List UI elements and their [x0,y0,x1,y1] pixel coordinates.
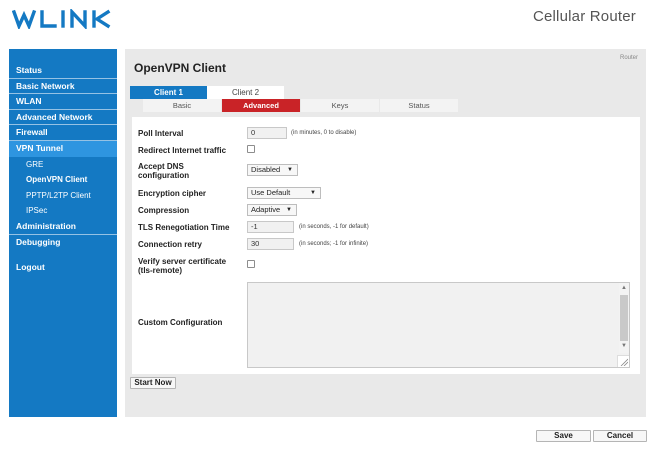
content-area: Router OpenVPN Client Client 1 Client 2 … [125,49,646,417]
resize-handle[interactable] [617,355,629,367]
sidebar-item-firewall[interactable]: Firewall [9,125,117,141]
cancel-button[interactable]: Cancel [593,430,647,442]
scrollbar[interactable]: ▲ ▼ [619,283,629,353]
encryption-cipher-label: Encryption cipher [138,189,207,198]
compression-value: Adaptive [251,205,281,214]
wlink-logo [11,7,111,31]
wlink-logo-mark [11,7,111,31]
compression-select[interactable]: Adaptive ▼ [247,204,297,216]
tab-client-2[interactable]: Client 2 [207,86,284,99]
product-title: Cellular Router [532,8,636,25]
sidebar-item-logout[interactable]: Logout [9,260,117,276]
client-tabs: Client 1 Client 2 [130,86,284,99]
sidebar-item-vpn-tunnel[interactable]: VPN Tunnel [9,140,117,157]
accept-dns-label-line2: configuration [138,171,190,180]
compression-label: Compression [138,206,190,215]
tab-client-1[interactable]: Client 1 [130,86,207,99]
verify-cert-checkbox[interactable] [247,260,255,268]
sidebar-item-administration[interactable]: Administration [9,219,117,235]
breadcrumb: Router [619,55,638,61]
sidebar-item-status[interactable]: Status [9,63,117,79]
tls-renegotiation-label: TLS Renegotiation Time [138,223,230,232]
tab-advanced[interactable]: Advanced [222,99,300,112]
tab-keys[interactable]: Keys [301,99,379,112]
custom-config-label: Custom Configuration [138,318,223,327]
accept-dns-label-line1: Accept DNS [138,162,184,171]
scrollbar-thumb[interactable] [620,295,628,341]
sidebar: Status Basic Network WLAN Advanced Netwo… [9,49,117,417]
chevron-down-icon: ▼ [286,207,292,213]
sidebar-subitem-pptp-l2tp-client[interactable]: PPTP/L2TP Client [9,188,117,204]
verify-cert-label-line2: (tls-remote) [138,266,183,275]
connection-retry-input[interactable]: 30 [247,238,294,250]
poll-interval-input[interactable]: 0 [247,127,287,139]
tab-basic[interactable]: Basic [143,99,221,112]
tab-status[interactable]: Status [380,99,458,112]
advanced-settings-panel: Poll Interval 0 (in minutes, 0 to disabl… [132,117,640,374]
poll-interval-hint: (in minutes, 0 to disable) [291,130,357,136]
redirect-traffic-label: Redirect Internet traffic [138,146,227,155]
verify-cert-label-line1: Verify server certificate [138,257,227,266]
connection-retry-hint: (in seconds; -1 for infinite) [299,241,369,247]
start-now-button[interactable]: Start Now [130,377,176,389]
accept-dns-value: Disabled [251,165,281,174]
sub-tabs: Basic Advanced Keys Status [143,99,459,112]
encryption-cipher-value: Use Default [251,188,291,197]
sidebar-item-advanced-network[interactable]: Advanced Network [9,110,117,126]
poll-interval-label: Poll Interval [138,129,184,138]
chevron-down-icon: ▼ [287,167,293,173]
sidebar-subitem-openvpn-client[interactable]: OpenVPN Client [9,172,117,188]
redirect-traffic-checkbox[interactable] [247,145,255,153]
custom-config-textarea[interactable]: ▲ ▼ [247,282,630,368]
connection-retry-label: Connection retry [138,240,203,249]
tls-renegotiation-hint: (in seconds, -1 for default) [299,224,369,230]
sidebar-item-wlan[interactable]: WLAN [9,94,117,110]
scroll-up-arrow-icon[interactable]: ▲ [621,285,627,291]
tls-renegotiation-input[interactable]: -1 [247,221,294,233]
resize-grip-icon [620,358,628,366]
sidebar-item-basic-network[interactable]: Basic Network [9,79,117,95]
sidebar-subitem-ipsec[interactable]: IPSec [9,203,117,219]
scroll-down-arrow-icon[interactable]: ▼ [621,343,627,349]
sidebar-item-debugging[interactable]: Debugging [9,235,117,251]
encryption-cipher-select[interactable]: Use Default ▼ [247,187,321,199]
accept-dns-select[interactable]: Disabled ▼ [247,164,298,176]
save-button[interactable]: Save [536,430,591,442]
chevron-down-icon: ▼ [310,190,316,196]
sidebar-subitem-gre[interactable]: GRE [9,157,117,173]
page-title: OpenVPN Client [134,61,227,75]
